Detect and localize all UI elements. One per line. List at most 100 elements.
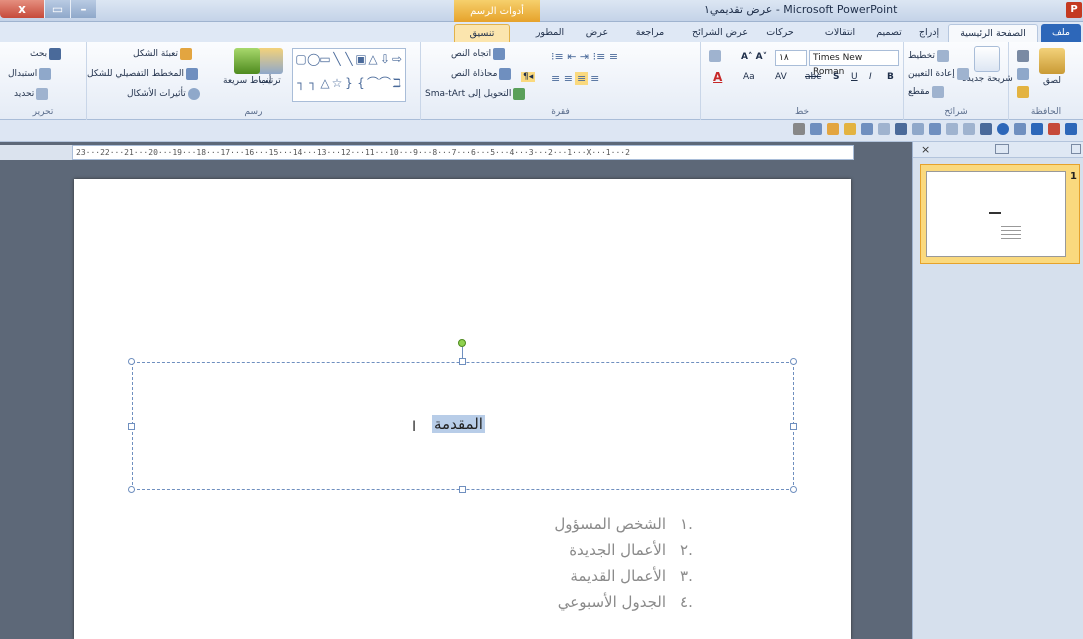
- rotation-handle[interactable]: [458, 339, 466, 347]
- alignment-buttons[interactable]: ≡ ≡ ≡ ≡: [551, 72, 599, 85]
- shape-outline-button[interactable]: المخطط التفصيلي للشكل: [87, 68, 198, 80]
- clear-format-button[interactable]: [709, 50, 721, 62]
- tab-transitions[interactable]: انتقالات: [816, 24, 864, 42]
- character-spacing-button[interactable]: AV: [775, 72, 787, 82]
- close-pane-icon[interactable]: ×: [921, 143, 930, 156]
- window-controls: x ▭ –: [0, 0, 96, 18]
- qat-slide-icon[interactable]: [861, 123, 873, 135]
- tab-design[interactable]: تصميم: [870, 24, 908, 42]
- tab-format[interactable]: تنسيق: [454, 24, 510, 42]
- paste-icon: [1039, 48, 1065, 74]
- list-item[interactable]: .٤ الجدول الأسبوعي: [520, 593, 700, 619]
- change-case-button[interactable]: Aa: [743, 72, 755, 82]
- help-icon[interactable]: [1014, 123, 1026, 135]
- close-window-button[interactable]: x: [0, 0, 44, 18]
- slide-title-text[interactable]: المقدمة: [432, 415, 485, 433]
- text-direction-button[interactable]: اتجاه النص: [451, 48, 506, 60]
- minimize-window-button[interactable]: –: [70, 0, 96, 18]
- redo-icon[interactable]: [1048, 123, 1060, 135]
- shape-effects-button[interactable]: تأثيرات الأشكال: [127, 88, 200, 100]
- resize-handle-right[interactable]: [790, 423, 797, 430]
- tab-file[interactable]: ملف: [1041, 24, 1081, 42]
- customize-qat-icon[interactable]: [793, 123, 805, 135]
- horizontal-ruler[interactable]: 23···22···21···20···19···18···17···16···…: [72, 145, 854, 160]
- qat-box-icon[interactable]: [963, 123, 975, 135]
- select-button[interactable]: تحديد: [14, 88, 49, 100]
- shapes-gallery[interactable]: ▢ ◯ ▭ ╲ ╲ ▣ △ ⇩ ⇨ ┐ ┐ △ ☆}{⌒ ⌒ ℶ: [292, 48, 406, 102]
- cut-icon[interactable]: [1017, 50, 1029, 62]
- resize-handle-left[interactable]: [128, 423, 135, 430]
- format-painter-icon[interactable]: [1017, 86, 1029, 98]
- slides-tab-icon[interactable]: [995, 144, 1009, 154]
- save-icon[interactable]: [1065, 123, 1077, 135]
- bullet-list[interactable]: .١ الشخص المسؤول .٢ الأعمال الجديدة .٣ الأع…: [520, 515, 700, 619]
- strikethrough-button[interactable]: abc: [805, 72, 821, 82]
- reset-button[interactable]: إعادة التعيين: [908, 68, 969, 80]
- convert-smartart-button[interactable]: Sma-tArt التحويل إلى: [425, 88, 526, 100]
- thumb-text-line: [1001, 226, 1021, 227]
- grow-font-button[interactable]: A˄ A˅: [741, 52, 767, 62]
- ribbon: لصق الحافظة شريحة جديدة تخطيط إعادة التع…: [0, 42, 1083, 120]
- qat-image-icon[interactable]: [895, 123, 907, 135]
- tab-review[interactable]: مراجعة: [624, 24, 676, 42]
- qat-tool-icon[interactable]: [810, 123, 822, 135]
- maximize-window-button[interactable]: ▭: [44, 0, 70, 18]
- font-color-button[interactable]: A: [713, 70, 722, 84]
- slide-thumbnail-selected[interactable]: 1: [920, 164, 1080, 264]
- list-item[interactable]: .٣ الأعمال القديمة: [520, 567, 700, 593]
- shadow-button[interactable]: S: [833, 72, 839, 82]
- italic-button[interactable]: I: [869, 72, 872, 82]
- qat-textbox-icon[interactable]: [929, 123, 941, 135]
- tab-home[interactable]: الصفحة الرئيسية: [948, 24, 1038, 42]
- rtl-button[interactable]: ¶◂: [521, 72, 536, 82]
- section-button[interactable]: مقطع: [908, 86, 944, 98]
- replace-icon: [39, 68, 52, 80]
- new-slide-button[interactable]: شريحة جديدة: [962, 46, 1013, 84]
- qat-number-icon[interactable]: [946, 123, 958, 135]
- rtl-icon: ¶◂: [521, 72, 536, 82]
- text-direction-icon: [493, 48, 506, 60]
- open-icon[interactable]: [844, 123, 856, 135]
- qat-globe-icon[interactable]: [997, 123, 1009, 135]
- slide-thumbnail[interactable]: [926, 171, 1066, 257]
- replace-button[interactable]: استبدال: [8, 68, 52, 80]
- list-item[interactable]: .٢ الأعمال الجديدة: [520, 541, 700, 567]
- qat-grid-icon[interactable]: [912, 123, 924, 135]
- resize-handle-bottom-right[interactable]: [790, 486, 797, 493]
- clear-format-icon: [709, 50, 721, 62]
- align-text-button[interactable]: محاذاة النص: [451, 68, 512, 80]
- list-item[interactable]: .١ الشخص المسؤول: [520, 515, 700, 541]
- qat-lines-icon[interactable]: [980, 123, 992, 135]
- tab-slideshow[interactable]: عرض الشرائح: [686, 24, 754, 42]
- resize-handle-top[interactable]: [459, 358, 466, 365]
- underline-button[interactable]: U: [851, 72, 858, 82]
- find-button[interactable]: بحث: [30, 48, 62, 60]
- quick-styles-button[interactable]: أنماط سريعة: [223, 48, 271, 86]
- undo-icon[interactable]: [1031, 123, 1043, 135]
- outline-tab-icon[interactable]: [1071, 144, 1081, 154]
- copy-icon[interactable]: [1017, 68, 1029, 80]
- section-icon: [931, 86, 944, 98]
- list-buttons[interactable]: ⁝≡ ⇤ ⇥ ⁝≡ ≡: [551, 50, 618, 63]
- resize-handle-top-right[interactable]: [790, 358, 797, 365]
- shape-fill-button[interactable]: تعبئة الشكل: [133, 48, 193, 60]
- font-size-combo[interactable]: ١٨: [775, 50, 807, 66]
- tab-view[interactable]: عرض: [582, 24, 612, 42]
- powerpoint-app-icon[interactable]: P: [1066, 2, 1082, 18]
- layout-button[interactable]: تخطيط: [908, 50, 949, 62]
- align-center-button[interactable]: ≡: [574, 72, 589, 85]
- bold-button[interactable]: B: [887, 72, 894, 82]
- resize-handle-bottom-left[interactable]: [128, 486, 135, 493]
- tab-insert[interactable]: إدراج: [912, 24, 946, 42]
- qat-picture-icon[interactable]: [827, 123, 839, 135]
- paste-button[interactable]: لصق: [1039, 48, 1065, 86]
- tab-animations[interactable]: حركات: [760, 24, 800, 42]
- tab-developer[interactable]: المطور: [530, 24, 570, 42]
- qat-table-icon[interactable]: [878, 123, 890, 135]
- drawing-group: ▢ ◯ ▭ ╲ ╲ ▣ △ ⇩ ⇨ ┐ ┐ △ ☆}{⌒ ⌒ ℶ ترتيب أنماط سريعة تعب…: [86, 42, 420, 120]
- resize-handle-top-left[interactable]: [128, 358, 135, 365]
- font-name-combo[interactable]: Times New Roman: [809, 50, 899, 77]
- selected-title-text[interactable]: المقدمة: [432, 415, 485, 433]
- resize-handle-bottom[interactable]: [459, 486, 466, 493]
- new-slide-icon: [974, 46, 1001, 72]
